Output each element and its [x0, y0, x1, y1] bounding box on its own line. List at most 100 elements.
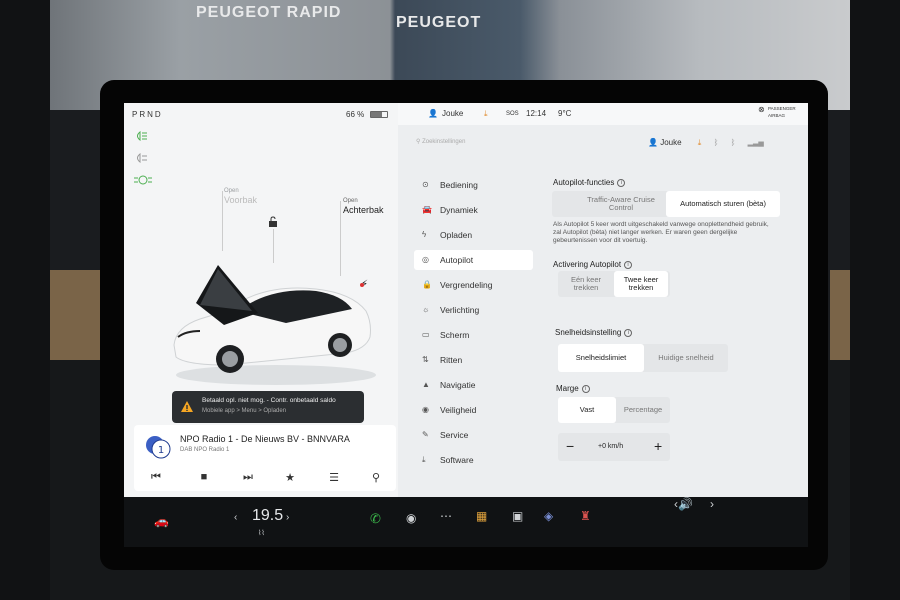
clock: 12:14 [526, 109, 547, 118]
search-placeholder: Zoekinstellingen [422, 139, 466, 145]
airbag-label-top: PASSENGER [768, 106, 796, 111]
battery-percent: 66 % [346, 110, 365, 119]
option-double-pull[interactable]: Twee keer trekken [614, 271, 668, 297]
download-icon[interactable]: ⤓ [698, 138, 702, 147]
media-title: NPO Radio 1 - De Nieuws BV - BNNVARA [180, 434, 350, 444]
status-bar: 👤 Jouke ⤓ SOS 12:14 9°C ⊗ PASSENGER AIRB… [398, 103, 808, 125]
navigation-icon: ▲ [422, 380, 430, 389]
background-right [850, 0, 900, 600]
menu-label: Autopilot [440, 255, 474, 265]
media-subtitle: DAB NPO Radio 1 [180, 447, 230, 453]
charging-warning-banner[interactable]: Betaald opl. niet mog. - Contr. onbetaal… [172, 391, 364, 423]
light-icon: ☼ [422, 305, 430, 314]
phone-icon[interactable]: ✆ [370, 511, 381, 527]
speed-setting-selector: Snelheidslimiet Huidige snelheid [558, 344, 728, 372]
steering-wheel-icon: ◎ [422, 255, 429, 264]
manual-icon[interactable]: ▣ [512, 509, 523, 523]
arcade-icon[interactable]: ♜ [580, 509, 591, 523]
option-percentage[interactable]: Percentage [616, 397, 670, 423]
menu-label: Dynamiek [440, 205, 478, 215]
menu-navigatie[interactable]: ▲ Navigatie [414, 375, 533, 395]
fog-light-icon[interactable] [134, 175, 152, 185]
menu-opladen[interactable]: ϟ Opladen [414, 225, 533, 245]
user-icon[interactable]: 👤 [428, 109, 438, 118]
parking-light-icon[interactable] [134, 153, 150, 163]
settings-user[interactable]: 👤 Jouke ⤓ ᛒ ᛒ ▂▃▅ [648, 138, 764, 148]
cabin-temperature[interactable]: 19.5 [252, 507, 283, 525]
airbag-icon: ⊗ [758, 105, 765, 114]
margin-heading: Marge i [556, 384, 590, 393]
margin-decrease-button[interactable]: − [566, 438, 574, 454]
toybox-icon[interactable]: ▦ [476, 509, 487, 523]
display-icon: ▭ [422, 330, 430, 339]
next-icon[interactable]: ⏭ [240, 471, 256, 484]
background-sign-left: PEUGEOT RAPID [196, 4, 342, 21]
rear-trunk-button[interactable]: Achterbak [343, 205, 384, 215]
media-player: 1 NPO Radio 1 - De Nieuws BV - BNNVARA D… [134, 425, 396, 491]
apps-icon[interactable]: ⋯ [440, 509, 452, 523]
menu-label: Veiligheid [440, 405, 477, 415]
menu-vergrendeling[interactable]: 🔒 Vergrendeling [414, 275, 533, 295]
margin-value: +0 km/h [598, 443, 624, 450]
navigation-app-icon[interactable]: ◈ [544, 509, 553, 523]
menu-ritten[interactable]: ⇅ Ritten [414, 350, 533, 370]
equalizer-icon[interactable]: ☰ [326, 471, 342, 484]
temp-down-icon[interactable]: ‹ [234, 512, 237, 523]
menu-dynamiek[interactable]: 🚘 Dynamiek [414, 200, 533, 220]
volume-icon[interactable]: 🔊 [678, 497, 693, 511]
signal-icon: ▂▃▅ [747, 140, 764, 147]
bottom-bar: 🚗 ‹ 19.5 › ⌇⌇ ✆ ◉ ⋯ ▦ ▣ ◈ ♜ ‹ 🔊 › [124, 497, 808, 547]
temp-up-icon[interactable]: › [286, 512, 289, 523]
bolt-icon: ϟ [422, 230, 427, 239]
wood-trim-right [830, 270, 850, 360]
activation-selector: Eén keer trekken Twee keer trekken [558, 271, 670, 297]
volume-right-icon[interactable]: › [710, 497, 714, 511]
prev-icon[interactable]: ⏮ [148, 471, 164, 484]
menu-verlichting[interactable]: ☼ Verlichting [414, 300, 533, 320]
menu-label: Navigatie [440, 380, 476, 390]
menu-software[interactable]: ⤓ Software [414, 450, 533, 470]
margin-stepper: − +0 km/h + [558, 433, 670, 461]
bluetooth-icon[interactable]: ᛒ [714, 138, 719, 147]
menu-label: Software [440, 455, 474, 465]
settings-search-input[interactable]: ⚲ Zoekinstellingen [416, 138, 465, 145]
status-user-name[interactable]: Jouke [442, 109, 463, 118]
stop-icon[interactable]: ■ [196, 471, 212, 483]
menu-scherm[interactable]: ▭ Scherm [414, 325, 533, 345]
camera-icon[interactable]: ◉ [406, 511, 416, 525]
info-icon[interactable]: i [624, 260, 633, 269]
menu-service[interactable]: ✎ Service [414, 425, 533, 445]
menu-autopilot[interactable]: ◎ Autopilot [414, 250, 533, 270]
menu-veiligheid[interactable]: ◉ Veiligheid [414, 400, 533, 420]
car-icon[interactable]: 🚗 [154, 514, 169, 528]
favorite-icon[interactable]: ★ [282, 471, 298, 484]
warning-hint: Mobiele app > Menu > Opladen [202, 408, 287, 414]
option-speed-limit[interactable]: Snelheidslimiet [558, 344, 644, 372]
station-logo-number: 1 [158, 445, 164, 456]
option-tacc[interactable]: Traffic-Aware Cruise Control [582, 191, 660, 217]
info-icon[interactable]: i [617, 178, 626, 187]
download-icon: ⤓ [422, 455, 426, 464]
menu-label: Service [440, 430, 469, 440]
menu-bediening[interactable]: ⊙ Bediening [414, 175, 533, 195]
search-icon[interactable]: ⚲ [368, 471, 384, 484]
bluetooth-2-icon[interactable]: ᛒ [731, 138, 736, 147]
fan-icon[interactable]: ⌇⌇ [258, 529, 265, 537]
front-trunk-button[interactable]: Voorbak [224, 195, 257, 205]
car-illustration [173, 265, 376, 385]
background-sign-right: PEUGEOT [396, 14, 482, 31]
update-download-icon[interactable]: ⤓ [484, 109, 488, 119]
option-autosteer[interactable]: Automatisch sturen (bèta) [666, 191, 780, 217]
margin-increase-button[interactable]: + [654, 438, 662, 454]
user-icon: 👤 [648, 138, 661, 147]
menu-label: Vergrendeling [440, 280, 493, 290]
option-single-pull[interactable]: Eén keer trekken [560, 271, 612, 297]
info-icon[interactable]: i [581, 384, 590, 393]
headlight-icon[interactable] [134, 131, 150, 141]
option-current-speed[interactable]: Huidige snelheid [644, 344, 728, 372]
option-fixed[interactable]: Vast [558, 397, 616, 423]
toggle-icon: ⊙ [422, 180, 429, 189]
info-icon[interactable]: i [624, 328, 633, 337]
settings-user-name: Jouke [660, 138, 682, 147]
sos-indicator: SOS [506, 111, 519, 117]
